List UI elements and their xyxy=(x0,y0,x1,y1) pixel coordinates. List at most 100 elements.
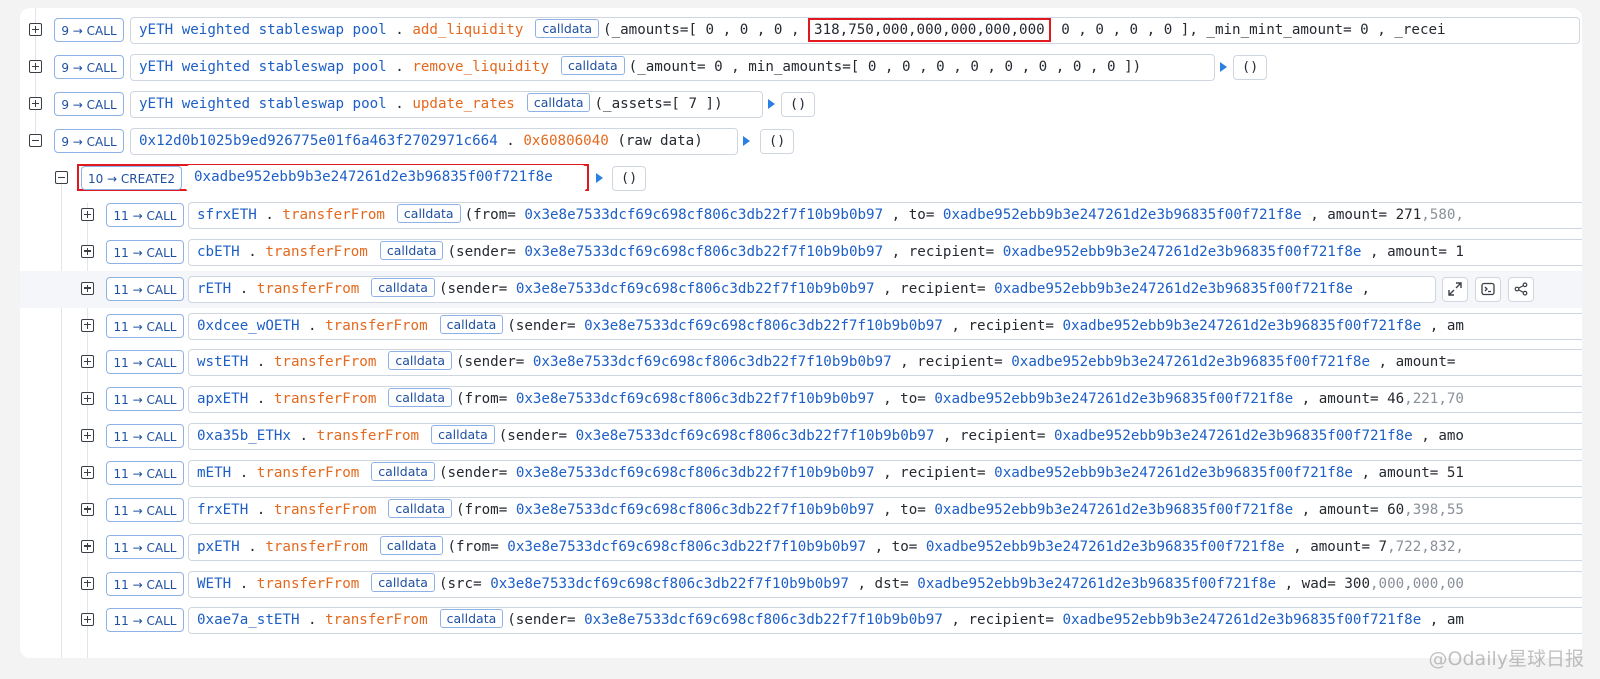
from-address[interactable]: 0x3e8e7533dcf69c698cf806c3db22f7f10b9b0b… xyxy=(516,391,875,407)
share-button[interactable] xyxy=(1508,276,1534,302)
trace-row[interactable]: 11 → CALL rETH . transferFrom calldata (se… xyxy=(20,270,1582,308)
call-depth-badge[interactable]: 11 → CALL xyxy=(106,534,184,559)
calldata-chip[interactable]: calldata xyxy=(379,240,444,260)
function-name[interactable]: transferFrom xyxy=(282,207,385,223)
to-address[interactable]: 0xadbe952ebb9b3e247261d2e3b96835f00f721f… xyxy=(934,391,1293,407)
to-address[interactable]: 0xadbe952ebb9b3e247261d2e3b96835f00f721f… xyxy=(926,539,1285,555)
call-signature[interactable]: cbETH . transferFrom calldata (sender= 0x3… xyxy=(188,238,1582,266)
contract-name[interactable]: yETH weighted stableswap pool xyxy=(139,22,387,38)
calldata-chip[interactable]: calldata xyxy=(526,93,591,112)
calldata-chip[interactable]: calldata xyxy=(561,56,625,75)
call-signature[interactable]: WETH . transferFrom calldata (src= 0x3e8e7… xyxy=(188,570,1582,598)
token-name[interactable]: apxETH xyxy=(197,391,248,407)
calldata-chip[interactable]: calldata xyxy=(371,572,435,592)
calldata-chip[interactable]: calldata xyxy=(431,425,495,445)
console-button[interactable] xyxy=(1475,276,1501,302)
call-signature[interactable]: yETH weighted stableswap pool . update_r… xyxy=(130,91,763,118)
function-name[interactable]: transferFrom xyxy=(265,539,368,555)
to-address[interactable]: 0xadbe952ebb9b3e247261d2e3b96835f00f721f… xyxy=(1011,354,1370,370)
expand-toggle-icon[interactable] xyxy=(81,613,94,627)
function-name[interactable]: transferFrom xyxy=(325,612,428,628)
expand-toggle-icon[interactable] xyxy=(81,318,94,332)
expand-toggle-icon[interactable] xyxy=(81,465,94,479)
trace-row[interactable]: 11 → CALL mETH . transferFrom calldata (se… xyxy=(20,455,1582,492)
call-signature[interactable]: 0xa35b_ETHx . transferFrom calldata (sende… xyxy=(188,423,1582,451)
expand-toggle-icon[interactable] xyxy=(81,576,94,590)
token-name[interactable]: cbETH xyxy=(197,244,240,260)
function-name[interactable]: transferFrom xyxy=(265,244,368,260)
contract-name[interactable]: yETH weighted stableswap pool xyxy=(139,59,387,75)
from-address[interactable]: 0x3e8e7533dcf69c698cf806c3db22f7f10b9b0b… xyxy=(576,428,935,444)
calldata-chip[interactable]: calldata xyxy=(535,19,600,38)
token-name[interactable]: frxETH xyxy=(197,502,248,518)
return-value[interactable]: () xyxy=(781,92,816,117)
calldata-chip[interactable]: calldata xyxy=(388,388,453,408)
collapse-toggle-icon[interactable] xyxy=(55,171,68,184)
call-depth-badge[interactable]: 11 → CALL xyxy=(106,276,184,301)
calldata-chip[interactable]: calldata xyxy=(439,609,504,629)
expand-toggle-icon[interactable] xyxy=(81,502,94,516)
expand-toggle-icon[interactable] xyxy=(81,392,94,406)
call-signature[interactable]: pxETH . transferFrom calldata (from= 0x3e8… xyxy=(188,533,1582,561)
expand-view-button[interactable] xyxy=(1442,276,1468,302)
call-signature[interactable]: yETH weighted stableswap pool . add_liqu… xyxy=(130,17,1580,44)
expand-output-icon[interactable] xyxy=(768,99,775,109)
contract-address[interactable]: 0xadbe952ebb9b3e247261d2e3b96835f00f721f… xyxy=(194,169,553,185)
expand-toggle-icon[interactable] xyxy=(29,60,42,73)
call-signature[interactable]: 0x12d0b1025b9ed926775e01f6a463f2702971c6… xyxy=(130,128,738,155)
to-address[interactable]: 0xadbe952ebb9b3e247261d2e3b96835f00f721f… xyxy=(994,465,1353,481)
call-depth-badge[interactable]: 11 → CALL xyxy=(106,497,184,522)
to-address[interactable]: 0xadbe952ebb9b3e247261d2e3b96835f00f721f… xyxy=(1003,244,1362,260)
token-name[interactable]: 0xae7a_stETH xyxy=(197,612,300,628)
expand-toggle-icon[interactable] xyxy=(81,208,94,221)
call-signature[interactable]: rETH . transferFrom calldata (sender= 0x3e… xyxy=(188,275,1436,303)
trace-row[interactable]: 9 → CALL 0x12d0b1025b9ed926775e01f6a463f… xyxy=(20,123,1582,160)
calldata-chip[interactable]: calldata xyxy=(388,498,453,518)
to-address[interactable]: 0xadbe952ebb9b3e247261d2e3b96835f00f721f… xyxy=(1062,612,1421,628)
token-name[interactable]: sfrxETH xyxy=(197,207,257,223)
call-signature[interactable]: frxETH . transferFrom calldata (from= 0x3e… xyxy=(188,496,1582,524)
expand-toggle-icon[interactable] xyxy=(29,97,42,110)
call-depth-badge[interactable]: 9 → CALL xyxy=(54,92,124,116)
call-depth-badge[interactable]: 10 → CREATE2 xyxy=(81,166,182,190)
from-address[interactable]: 0x3e8e7533dcf69c698cf806c3db22f7f10b9b0b… xyxy=(524,207,883,223)
token-name[interactable]: WETH xyxy=(197,576,231,592)
calldata-chip[interactable]: calldata xyxy=(371,461,435,481)
function-name[interactable]: update_rates xyxy=(412,96,515,112)
trace-row[interactable]: 11 → CALL cbETH . transferFrom calldata (s… xyxy=(20,234,1582,271)
expand-toggle-icon[interactable] xyxy=(81,429,94,443)
function-name[interactable]: transferFrom xyxy=(325,318,428,334)
from-address[interactable]: 0x3e8e7533dcf69c698cf806c3db22f7f10b9b0b… xyxy=(516,465,875,481)
from-address[interactable]: 0x3e8e7533dcf69c698cf806c3db22f7f10b9b0b… xyxy=(533,354,892,370)
trace-row[interactable]: 11 → CALL 0xdcee_wOETH . transferFrom cal… xyxy=(20,308,1582,345)
call-signature[interactable]: yETH weighted stableswap pool . remove_l… xyxy=(130,54,1215,81)
trace-row[interactable]: 11 → CALL sfrxETH . transferFrom calldata… xyxy=(20,197,1582,234)
to-address[interactable]: 0xadbe952ebb9b3e247261d2e3b96835f00f721f… xyxy=(1054,428,1413,444)
trace-row[interactable]: 11 → CALL 0xae7a_stETH . transferFrom cal… xyxy=(20,602,1582,639)
trace-row[interactable]: 9 → CALL yETH weighted stableswap pool .… xyxy=(20,86,1582,123)
call-depth-badge[interactable]: 11 → CALL xyxy=(106,387,184,412)
to-address[interactable]: 0xadbe952ebb9b3e247261d2e3b96835f00f721f… xyxy=(934,502,1293,518)
expand-output-icon[interactable] xyxy=(1220,62,1227,72)
token-name[interactable]: wstETH xyxy=(197,354,248,370)
calldata-chip[interactable]: calldata xyxy=(439,314,504,334)
expand-toggle-icon[interactable] xyxy=(81,355,94,369)
to-address[interactable]: 0xadbe952ebb9b3e247261d2e3b96835f00f721f… xyxy=(1062,318,1421,334)
from-address[interactable]: 0x3e8e7533dcf69c698cf806c3db22f7f10b9b0b… xyxy=(584,318,943,334)
call-signature[interactable]: sfrxETH . transferFrom calldata (from= 0x3… xyxy=(188,202,1582,229)
created-contract[interactable]: 0xadbe952ebb9b3e247261d2e3b96835f00f721f… xyxy=(186,165,586,192)
call-signature[interactable]: mETH . transferFrom calldata (sender= 0x3e… xyxy=(188,459,1582,487)
function-name[interactable]: remove_liquidity xyxy=(412,59,549,75)
from-address[interactable]: 0x3e8e7533dcf69c698cf806c3db22f7f10b9b0b… xyxy=(524,244,883,260)
return-value[interactable]: () xyxy=(1233,55,1268,80)
from-address[interactable]: 0x3e8e7533dcf69c698cf806c3db22f7f10b9b0b… xyxy=(584,612,943,628)
function-selector[interactable]: 0x60806040 xyxy=(523,133,608,149)
call-signature[interactable]: 0xdcee_wOETH . transferFrom calldata (send… xyxy=(188,312,1582,340)
to-address[interactable]: 0xadbe952ebb9b3e247261d2e3b96835f00f721f… xyxy=(917,576,1276,592)
from-address[interactable]: 0x3e8e7533dcf69c698cf806c3db22f7f10b9b0b… xyxy=(516,502,875,518)
function-name[interactable]: transferFrom xyxy=(274,502,377,518)
function-name[interactable]: transferFrom xyxy=(274,354,377,370)
function-name[interactable]: add_liquidity xyxy=(412,22,523,38)
function-name[interactable]: transferFrom xyxy=(257,281,360,297)
calldata-chip[interactable]: calldata xyxy=(371,277,435,297)
